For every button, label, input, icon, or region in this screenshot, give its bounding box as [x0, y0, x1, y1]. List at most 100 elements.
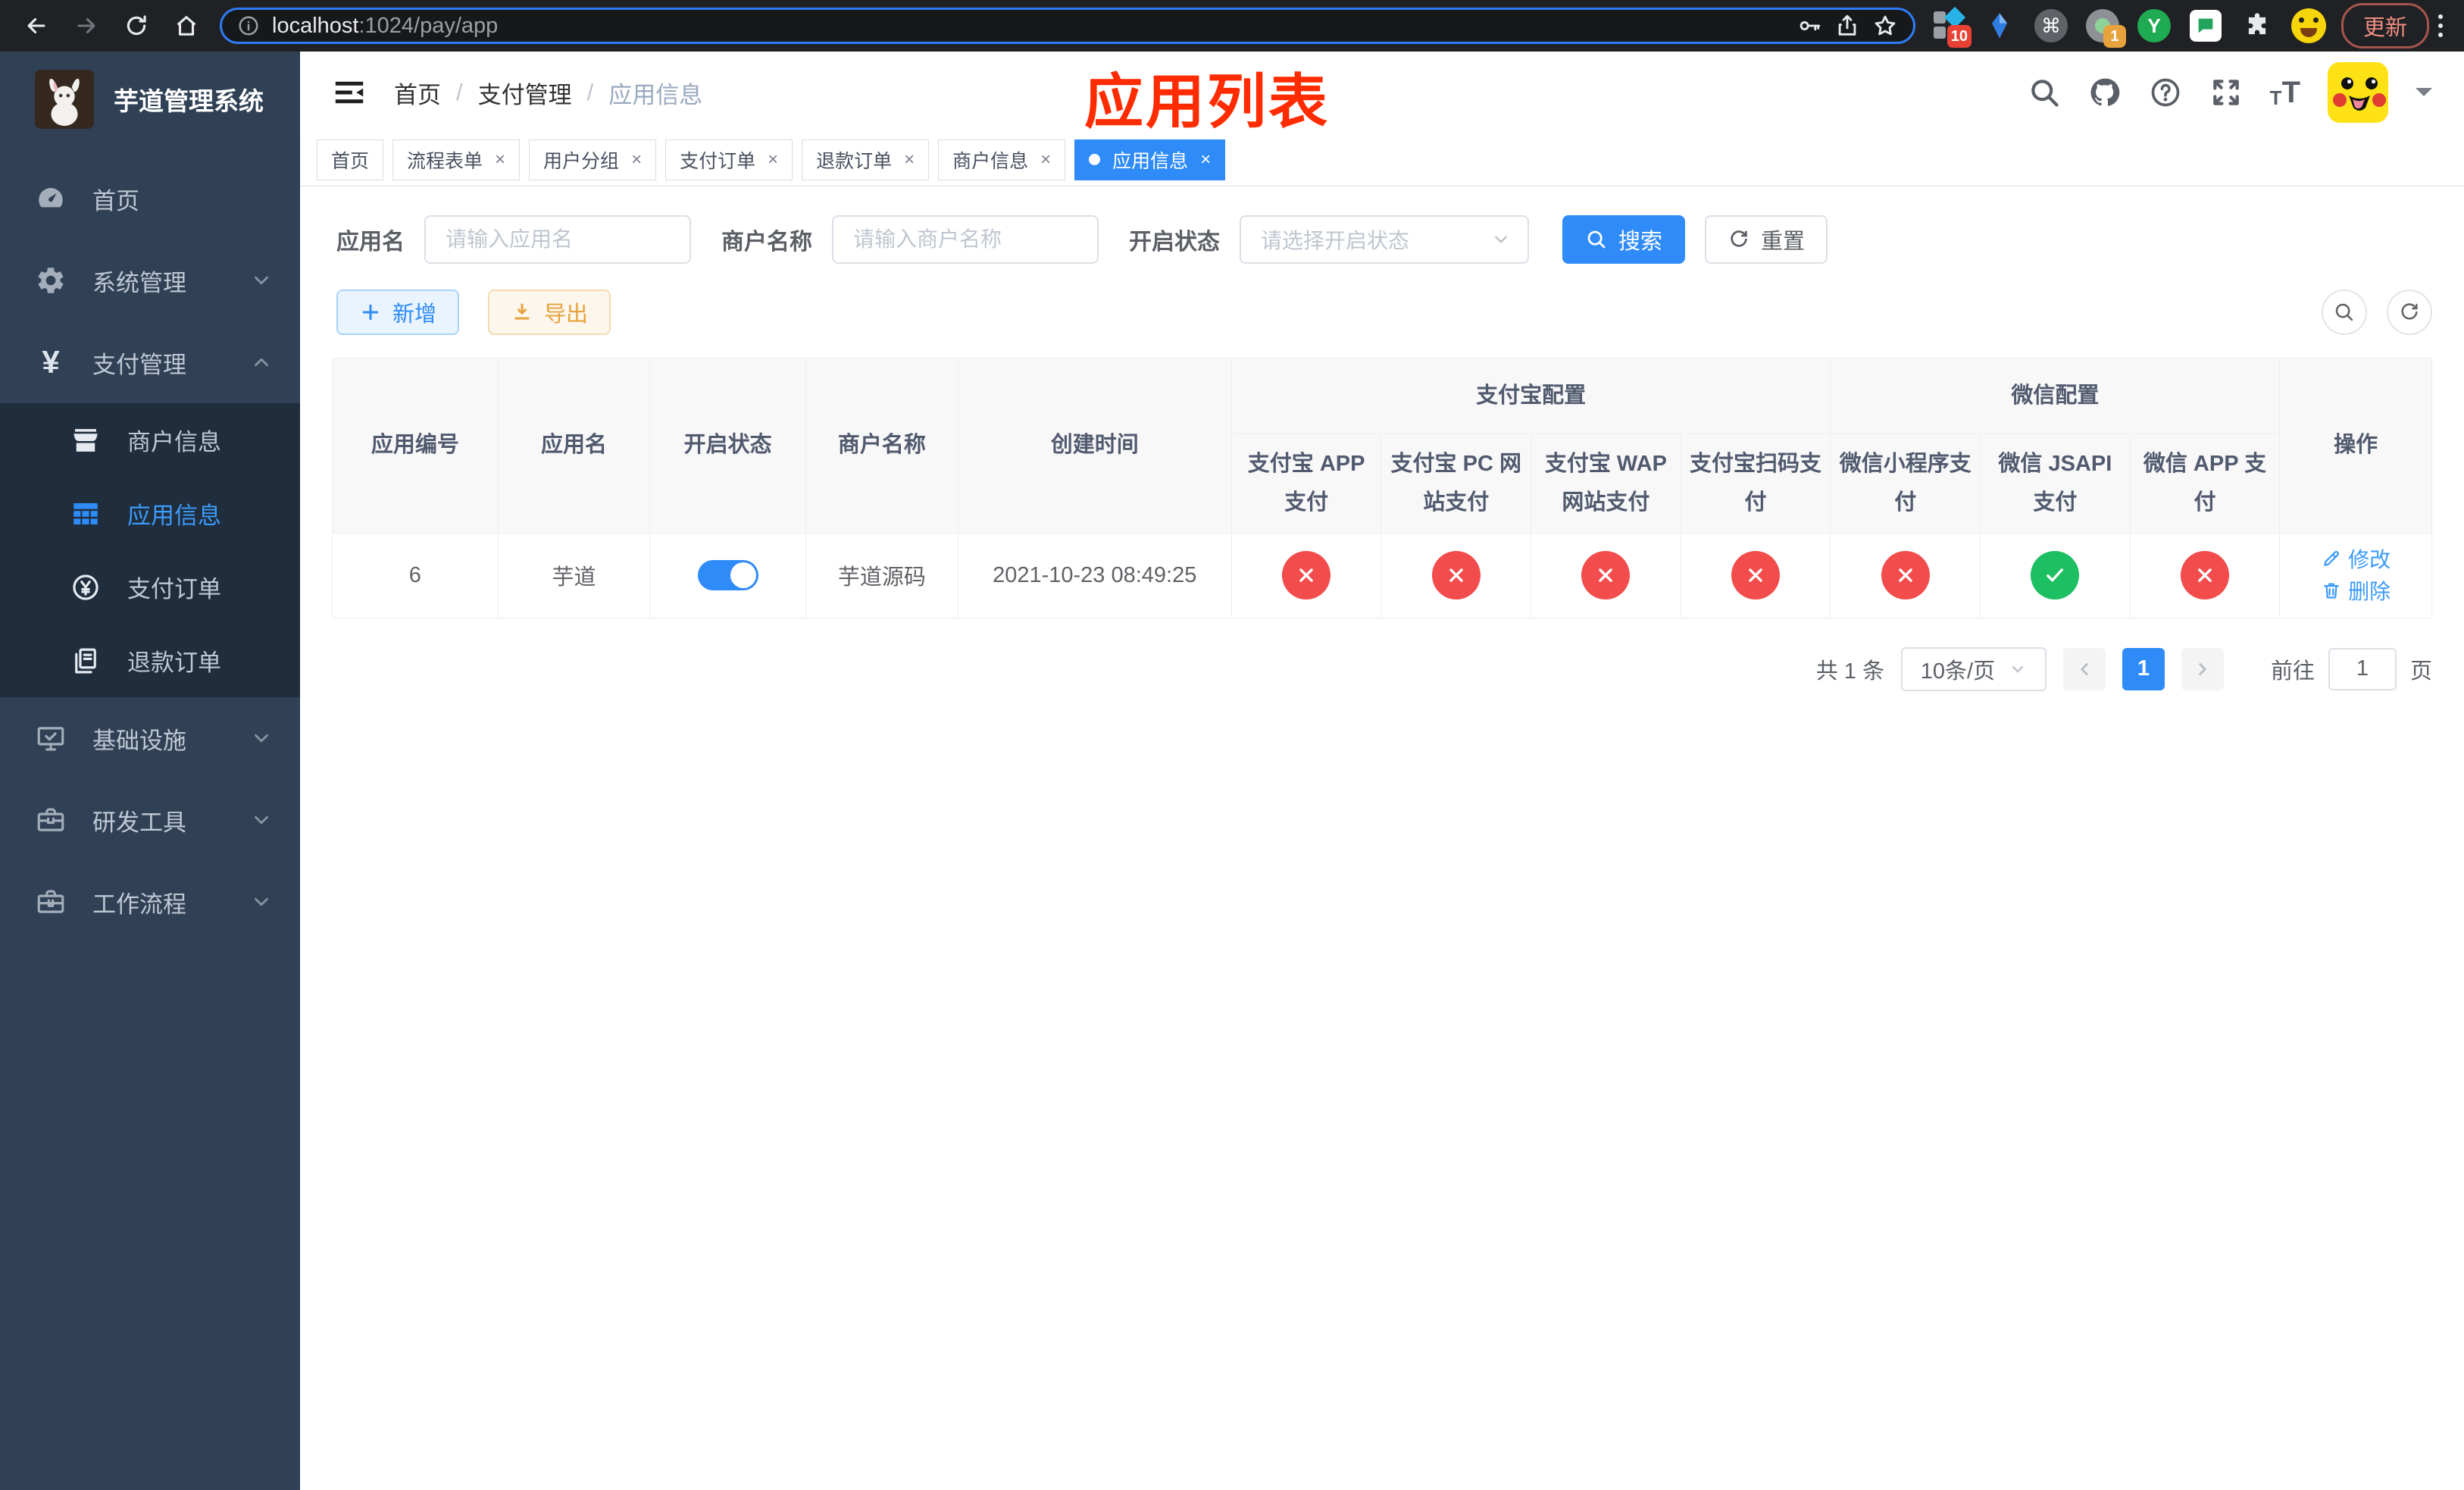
- browser-home-button[interactable]: [167, 6, 206, 45]
- export-button[interactable]: 导出: [488, 290, 611, 335]
- store-icon: [70, 424, 102, 456]
- cross-icon: [1293, 562, 1319, 588]
- extension-chat-icon[interactable]: [2188, 8, 2223, 43]
- user-avatar[interactable]: [2328, 62, 2388, 123]
- sidebar-item-store[interactable]: 商户信息: [0, 403, 300, 477]
- tab-close-icon[interactable]: ×: [631, 150, 642, 169]
- fullscreen-icon[interactable]: [2209, 76, 2243, 109]
- extension-command-icon[interactable]: ⌘: [2034, 8, 2068, 43]
- sidebar-item-briefcase[interactable]: 工作流程: [0, 861, 300, 943]
- sidebar-item-dashboard[interactable]: 首页: [0, 158, 300, 239]
- extension-badge: 10: [1946, 25, 1972, 48]
- prev-page-button[interactable]: [2062, 647, 2106, 690]
- font-size-icon[interactable]: TT: [2270, 77, 2300, 108]
- browser-forward-button[interactable]: [67, 6, 106, 45]
- browser-menu-icon[interactable]: [2438, 14, 2443, 37]
- page-size-select[interactable]: 10条/页: [1900, 646, 2047, 691]
- tab-label: 支付订单: [680, 150, 756, 172]
- sidebar-item-label: 工作流程: [92, 891, 186, 918]
- reset-button[interactable]: 重置: [1705, 215, 1828, 264]
- chevron-down-icon: [250, 269, 273, 292]
- browser-back-button[interactable]: [17, 6, 56, 45]
- tab-close-icon[interactable]: ×: [1200, 150, 1211, 169]
- tab-label: 用户分组: [543, 150, 620, 172]
- tab-item[interactable]: 流程表单 ×: [392, 139, 521, 180]
- page-suffix-label: 页: [2409, 659, 2432, 684]
- delete-button[interactable]: 删除: [2321, 575, 2391, 606]
- tab-close-icon[interactable]: ×: [768, 150, 778, 169]
- table-tools: [2322, 290, 2432, 335]
- tab-close-icon[interactable]: ×: [904, 150, 915, 169]
- toggle-search-button[interactable]: [2322, 290, 2367, 335]
- site-info-icon[interactable]: [237, 14, 260, 37]
- extension-camera-icon[interactable]: 1: [2085, 8, 2126, 48]
- enabled-toggle[interactable]: [697, 560, 758, 590]
- extensions-puzzle-icon[interactable]: [2240, 8, 2275, 43]
- app-name-input[interactable]: [424, 215, 691, 264]
- tab-item[interactable]: 商户信息 ×: [938, 139, 1066, 180]
- breadcrumb-item[interactable]: 首页: [394, 76, 441, 110]
- search-button[interactable]: 搜索: [1562, 215, 1686, 264]
- extension-blocks-icon[interactable]: 10: [1931, 6, 1972, 48]
- sidebar-item-toolbox[interactable]: 研发工具: [0, 779, 300, 861]
- sidebar-item-doc[interactable]: 退款订单: [0, 624, 300, 697]
- bookmark-star-icon[interactable]: [1872, 13, 1898, 39]
- sidebar-item-coin[interactable]: 支付订单: [0, 550, 300, 624]
- next-page-button[interactable]: [2181, 647, 2224, 690]
- page-number-current[interactable]: 1: [2122, 647, 2165, 690]
- sidebar-item-label: 首页: [92, 187, 139, 214]
- refresh-table-button[interactable]: [2387, 290, 2432, 335]
- tab-active[interactable]: 应用信息 ×: [1074, 139, 1226, 180]
- column-subheader: 支付宝 APP 支付: [1230, 434, 1382, 534]
- status-select[interactable]: 请选择开启状态: [1240, 215, 1529, 264]
- status-disabled-icon: [1431, 551, 1481, 599]
- cell-channel-status: [1680, 532, 1831, 618]
- browser-reload-button[interactable]: [117, 6, 156, 45]
- chevron-down-icon: [250, 891, 273, 913]
- tab-item[interactable]: 用户分组 ×: [529, 139, 657, 180]
- tab-label: 商户信息: [952, 150, 1029, 172]
- column-group-header: 支付宝配置: [1230, 358, 1831, 434]
- merchant-name-input[interactable]: [832, 215, 1099, 264]
- avatar-caret-icon[interactable]: [2416, 88, 2432, 105]
- breadcrumb-item[interactable]: 支付管理: [478, 76, 572, 110]
- toolbox-icon: [35, 804, 67, 836]
- goto-page-input[interactable]: [2328, 647, 2397, 690]
- cell-channel-status: [1531, 532, 1681, 618]
- page-content: 应用名 商户名称 开启状态 请选择开启状态 搜索 重置: [300, 186, 2464, 1490]
- password-key-icon[interactable]: [1796, 13, 1822, 39]
- sidebar-item-monitor[interactable]: 基础设施: [0, 697, 300, 779]
- url-text: localhost:1024/pay/app: [272, 14, 1784, 39]
- refresh-icon: [2398, 301, 2421, 324]
- url-bar[interactable]: localhost:1024/pay/app: [220, 8, 1915, 44]
- profile-avatar[interactable]: [2290, 8, 2326, 43]
- url-path: :1024/pay/app: [358, 13, 499, 38]
- app-table: 应用编号 应用名 开启状态 商户名称 创建时间 支付宝配置 微信配置 操作 支付宝 APP 支付…: [332, 358, 2432, 618]
- sidebar-item-label: 基础设施: [92, 727, 186, 754]
- cell-created-time: 2021-10-23 08:49:25: [957, 532, 1232, 618]
- header-search-icon[interactable]: [2028, 76, 2061, 109]
- extension-y-icon[interactable]: Y: [2137, 8, 2172, 43]
- help-icon[interactable]: [2149, 76, 2182, 109]
- goto-page: 前往 页: [2271, 647, 2432, 690]
- cross-icon: [2192, 562, 2218, 588]
- tab-close-icon[interactable]: ×: [1040, 150, 1051, 169]
- dashboard-icon: [35, 183, 67, 214]
- add-button[interactable]: 新增: [336, 290, 460, 335]
- tab-item[interactable]: 支付订单 ×: [665, 139, 793, 180]
- edit-button[interactable]: 修改: [2321, 543, 2391, 574]
- share-icon[interactable]: [1834, 13, 1860, 39]
- browser-update-button[interactable]: 更新: [2340, 3, 2429, 49]
- tab-item[interactable]: 退款订单 ×: [802, 139, 930, 180]
- status-disabled-icon: [1581, 551, 1631, 599]
- sidebar-item-grid[interactable]: 应用信息: [0, 477, 300, 550]
- tab-item[interactable]: 首页: [317, 139, 384, 180]
- plus-icon: [359, 301, 382, 324]
- tab-close-icon[interactable]: ×: [495, 150, 505, 169]
- extension-kite-icon[interactable]: [1982, 8, 2017, 43]
- sidebar-logo-row[interactable]: 芋道管理系统: [0, 52, 300, 144]
- github-icon[interactable]: [2088, 76, 2122, 109]
- sidebar-item-yen[interactable]: ¥ 支付管理: [0, 321, 300, 403]
- sidebar-item-gear[interactable]: 系统管理: [0, 239, 300, 321]
- sidebar-collapse-icon[interactable]: [332, 75, 367, 110]
